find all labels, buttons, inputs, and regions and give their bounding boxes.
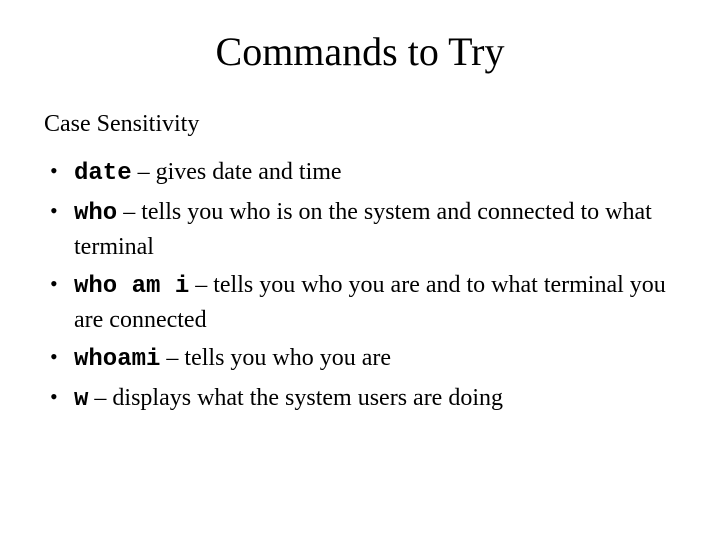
list-item: date – gives date and time [50,156,676,190]
description-text: gives date and time [156,159,342,185]
separator: – [88,385,112,411]
command-text: who am i [74,273,189,300]
slide-subtitle: Case Sensitivity [44,111,676,138]
list-item: who – tells you who is on the system and… [50,196,676,263]
description-text: tells you who you are [184,345,391,371]
list-item: w – displays what the system users are d… [50,382,676,416]
command-text: date [74,160,132,187]
command-text: who [74,200,117,227]
separator: – [132,159,156,185]
slide: Commands to Try Case Sensitivity date – … [0,0,720,540]
description-text: tells you who is on the system and conne… [74,199,652,259]
command-text: w [74,386,88,413]
command-text: whoami [74,346,160,373]
separator: – [117,199,141,225]
separator: – [160,345,184,371]
list-item: whoami – tells you who you are [50,342,676,376]
bullet-list: date – gives date and time who – tells y… [50,156,676,417]
list-item: who am i – tells you who you are and to … [50,269,676,336]
separator: – [189,272,213,298]
description-text: displays what the system users are doing [112,385,503,411]
slide-title: Commands to Try [44,28,676,75]
